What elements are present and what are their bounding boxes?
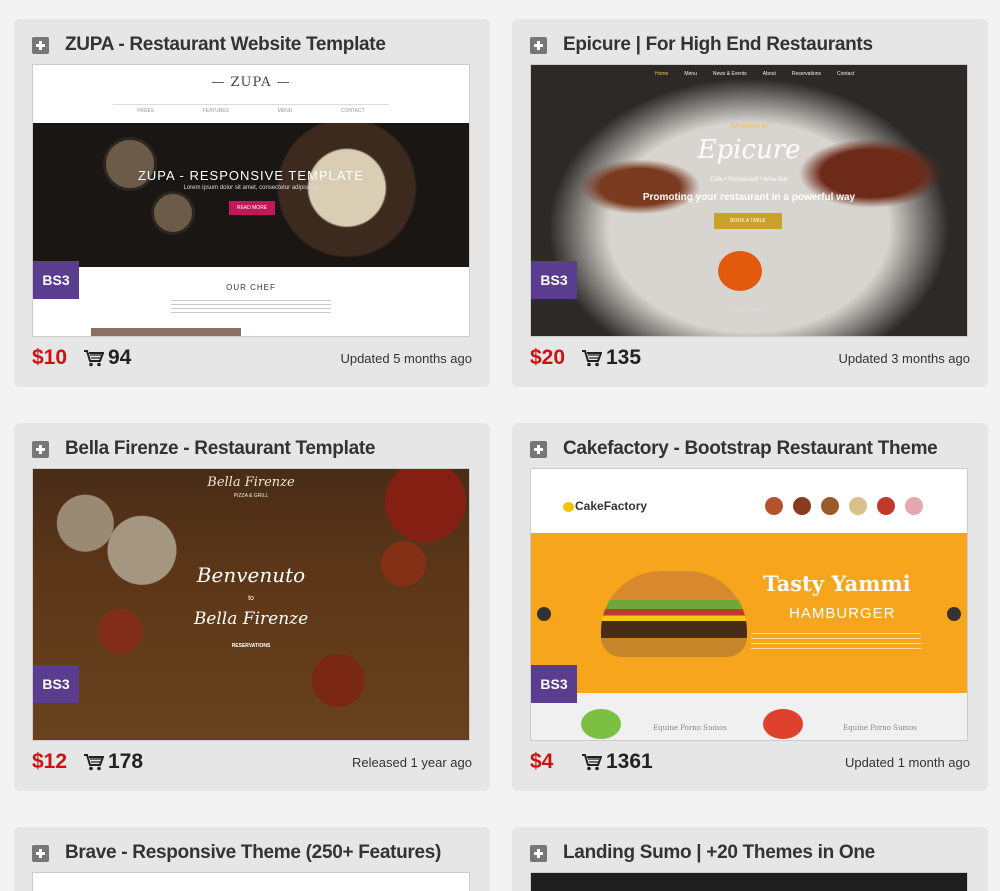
bs3-badge: BS3 — [531, 665, 577, 703]
template-card[interactable]: Brave - Responsive Theme (250+ Features) — [14, 827, 490, 891]
update-status: Updated 3 months ago — [838, 350, 970, 366]
preview-logo: — ZUPA — — [211, 75, 291, 90]
preview-nav-item: CONTACT — [340, 108, 365, 114]
template-preview[interactable] — [32, 872, 470, 891]
template-preview[interactable]: — ZUPA — PAGES FEATURES MENU CONTACT ZUP… — [32, 64, 470, 337]
preview-headline: Tasty Yammi — [763, 571, 911, 596]
bs3-badge: BS3 — [33, 665, 79, 703]
preview-text-lines — [751, 629, 921, 651]
preview-title: Epicure — [697, 135, 801, 165]
template-preview[interactable]: CakeFactory Tasty Yammi HAMBURGER Equine… — [530, 468, 968, 741]
bs3-badge: BS3 — [531, 261, 577, 299]
plus-icon[interactable] — [32, 36, 49, 54]
preview-footer-link: View Our Menus — [730, 308, 768, 314]
preview-book-button: BOOK A TABLE — [714, 213, 782, 229]
preview-name: Bella Firenze — [193, 609, 309, 629]
preview-subheadline: HAMBURGER — [789, 605, 896, 622]
preview-nav-icons — [765, 497, 923, 515]
preview-nav: Home Menu News & Events About Reservatio… — [655, 71, 854, 77]
plus-icon[interactable] — [530, 36, 547, 54]
preview-hero: ZUPA - RESPONSIVE TEMPLATE Lorem ipsum d… — [33, 123, 469, 267]
card-title[interactable]: Bella Firenze - Restaurant Template — [65, 438, 375, 460]
update-status: Updated 1 month ago — [844, 754, 970, 770]
card-title[interactable]: ZUPA - Restaurant Website Template — [65, 34, 386, 56]
template-card[interactable]: Cakefactory - Bootstrap Restaurant Theme… — [512, 423, 988, 791]
hamburger-image — [601, 571, 747, 657]
plus-icon[interactable] — [32, 844, 49, 862]
card-title[interactable]: Epicure | For High End Restaurants — [563, 34, 873, 56]
berries-image — [763, 709, 803, 739]
price: $4 — [530, 750, 554, 773]
lime-image — [581, 709, 621, 739]
preview-nav-item: Home — [655, 71, 669, 77]
preview-to: to — [248, 595, 254, 602]
bs3-badge: BS3 — [33, 261, 79, 299]
card-title[interactable]: Cakefactory - Bootstrap Restaurant Theme — [563, 438, 937, 460]
preview-address: RESERVATIONS — [231, 643, 271, 649]
preview-nav-item: MENU — [277, 108, 293, 114]
sales-count: 135 — [606, 346, 642, 369]
preview-brand-sub: PIZZA & GRILL — [233, 493, 269, 499]
preview-text-lines — [171, 297, 331, 313]
price: $20 — [530, 346, 566, 369]
preview-nav: PAGES FEATURES MENU CONTACT — [113, 104, 389, 114]
preview-nav-item: PAGES — [137, 108, 155, 114]
chevron-right-icon — [947, 607, 961, 621]
cart-icon — [582, 753, 602, 771]
price: $10 — [32, 346, 68, 369]
template-card[interactable]: Bella Firenze - Restaurant Template Bell… — [14, 423, 490, 791]
preview-welcome: Benvenuto — [196, 563, 306, 587]
preview-nav-item: About — [762, 71, 776, 77]
preview-nav-item: Menu — [684, 71, 697, 77]
preview-promo: Promoting your restaurant in a powerful … — [642, 192, 856, 203]
update-status: Updated 5 months ago — [340, 350, 472, 366]
preview-item-label: Equine Porno Sumos — [653, 724, 727, 732]
plus-icon[interactable] — [32, 440, 49, 458]
card-title[interactable]: Landing Sumo | +20 Themes in One — [563, 842, 875, 864]
template-preview[interactable] — [530, 872, 968, 891]
preview-nav-item: Reservations — [791, 71, 822, 77]
preview-nav-item: FEATURES — [202, 108, 230, 114]
plus-icon[interactable] — [530, 844, 547, 862]
plus-icon[interactable] — [530, 440, 547, 458]
preview-nav-item: News & Events — [712, 71, 747, 77]
cart-icon — [582, 349, 602, 367]
template-card[interactable]: Epicure | For High End Restaurants Home … — [512, 19, 988, 387]
chevron-left-icon — [537, 607, 551, 621]
preview-photo — [91, 328, 241, 336]
sales-count: 178 — [108, 750, 144, 773]
sales-count: 1361 — [606, 750, 653, 773]
preview-logo: CakeFactory — [575, 499, 648, 513]
release-status: Released 1 year ago — [352, 754, 472, 770]
preview-hero-title: ZUPA - RESPONSIVE TEMPLATE — [137, 168, 365, 183]
template-preview[interactable]: Bella Firenze PIZZA & GRILL Benvenuto to… — [32, 468, 470, 741]
preview-read-more: READ MORE — [229, 201, 275, 215]
preview-nav-item: Contact — [837, 71, 855, 77]
preview-banner: Tasty Yammi HAMBURGER — [531, 533, 967, 693]
preview-brand: Bella Firenze — [207, 475, 295, 490]
preview-hero-sub: Lorem ipsum dolor sit amet, consectetur … — [183, 185, 319, 191]
template-card[interactable]: ZUPA - Restaurant Website Template — ZUP… — [14, 19, 490, 387]
preview-item-label: Equine Porno Sumos — [843, 724, 917, 732]
cart-icon — [84, 753, 104, 771]
sales-count: 94 — [108, 346, 132, 369]
preview-section-title: OUR CHEF — [226, 283, 276, 292]
sauce-image — [718, 251, 762, 291]
lemon-logo-icon — [563, 502, 574, 512]
preview-subtitle: Cafe • Restaurant • Wine Bar — [710, 177, 788, 183]
food-bowl-image — [151, 191, 195, 235]
preview-welcome: Welcome to — [730, 123, 768, 130]
cart-icon — [84, 349, 104, 367]
price: $12 — [32, 750, 68, 773]
template-preview[interactable]: Home Menu News & Events About Reservatio… — [530, 64, 968, 337]
card-title[interactable]: Brave - Responsive Theme (250+ Features) — [65, 842, 441, 864]
template-card[interactable]: Landing Sumo | +20 Themes in One — [512, 827, 988, 891]
